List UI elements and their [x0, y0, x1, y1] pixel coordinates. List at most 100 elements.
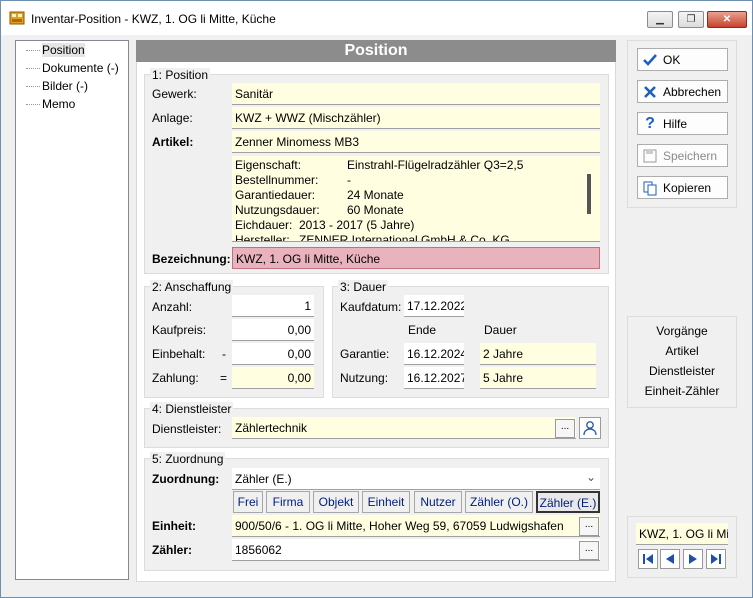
detail-value: 60 Monate [347, 203, 404, 217]
kopieren-label: Kopieren [663, 180, 712, 195]
einbehalt-field[interactable]: 0,00 [232, 343, 314, 365]
navigator-current: KWZ, 1. OG li Mi [636, 523, 728, 545]
equals-operator: = [220, 371, 228, 385]
dienstleister-person-button[interactable] [579, 417, 601, 439]
anlage-label: Anlage: [152, 111, 193, 125]
nutzung-dauer-field: 5 Jahre [480, 367, 596, 389]
cancel-x-icon [644, 85, 656, 98]
tree-item-dokumente[interactable]: Dokumente (-) [42, 61, 119, 75]
artikel-label: Artikel: [152, 135, 194, 149]
anzahl-field[interactable]: 1 [232, 295, 314, 317]
tab-zaehler-o[interactable]: Zähler (O.) [465, 491, 533, 513]
dauer-column-header: Dauer [484, 323, 517, 337]
window-title: Inventar-Position - KWZ, 1. OG li Mitte,… [31, 12, 276, 26]
zuordnung-selected-value: Zähler (E.) [235, 472, 292, 486]
tree-connector [26, 50, 40, 51]
gewerk-label: Gewerk: [152, 87, 197, 101]
navigation-tree: Position Dokumente (-) Bilder (-) Memo [15, 40, 129, 580]
kopieren-button[interactable]: Kopieren [637, 176, 728, 199]
zuordnung-label: Zuordnung: [152, 472, 220, 486]
dienstleister-group-title: 4: Dienstleister [150, 402, 234, 416]
einheit-browse-button[interactable]: ... [579, 517, 599, 536]
speichern-label: Speichern [663, 148, 718, 163]
nutzung-ende-field[interactable]: 16.12.2027 [404, 367, 464, 389]
check-icon [643, 53, 657, 66]
first-icon [643, 554, 653, 564]
detail-row: Eigenschaft: [235, 158, 301, 172]
dienstleister-browse-button[interactable]: ... [555, 419, 575, 438]
detail-value: 2013 - 2017 (5 Jahre) [299, 218, 415, 232]
next-icon [689, 554, 697, 564]
zuordnung-select[interactable]: Zähler (E.) ⌄ [232, 468, 600, 490]
restore-icon: ❐ [686, 14, 696, 25]
zaehler-browse-button[interactable]: ... [579, 541, 599, 560]
tree-item-position[interactable]: Position [42, 43, 85, 57]
tab-frei[interactable]: Frei [233, 491, 263, 513]
tab-zaehler-e[interactable]: Zähler (E.) [536, 491, 600, 513]
minus-operator: - [222, 347, 226, 361]
detail-value: 24 Monate [347, 188, 404, 202]
zuordnung-group-title: 5: Zuordnung [150, 452, 226, 466]
minimize-button[interactable]: ▁ [647, 11, 673, 28]
hilfe-button[interactable]: ? Hilfe [637, 112, 728, 135]
detail-key: Bestellnummer: [235, 173, 319, 187]
gewerk-field[interactable]: Sanitär [232, 83, 600, 105]
tree-item-bilder[interactable]: Bilder (-) [42, 79, 88, 93]
dienstleister-label: Dienstleister: [152, 422, 222, 436]
tree-item-memo[interactable]: Memo [42, 97, 75, 111]
anlage-field[interactable]: KWZ + WWZ (Mischzähler) [232, 107, 600, 129]
dienstleister-field[interactable]: Zählertechnik [232, 417, 576, 439]
tree-connector [26, 86, 40, 87]
zaehler-label: Zähler: [152, 543, 193, 557]
next-record-button[interactable] [683, 549, 703, 569]
tab-firma[interactable]: Firma [266, 491, 310, 513]
kaufdatum-label: Kaufdatum: [340, 300, 402, 314]
minimize-icon: ▁ [656, 14, 664, 25]
tab-einheit[interactable]: Einheit [362, 491, 410, 513]
detail-key: Eigenschaft: [235, 158, 302, 172]
copy-icon [643, 181, 657, 195]
maximize-button[interactable]: ❐ [678, 11, 704, 28]
artikel-details: Eigenschaft: Einstrahl-Flügelradzähler Q… [232, 156, 600, 242]
details-scrollbar[interactable] [587, 174, 591, 214]
ok-button[interactable]: OK [637, 48, 728, 71]
close-icon: ✕ [722, 14, 732, 25]
first-record-button[interactable] [638, 549, 658, 569]
page-title: Position [136, 40, 616, 62]
ende-column-header: Ende [408, 323, 437, 337]
einheit-label: Einheit: [152, 519, 196, 533]
speichern-button[interactable]: Speichern [637, 144, 728, 167]
link-artikel[interactable]: Artikel [627, 344, 737, 358]
link-einheit-zaehler[interactable]: Einheit-Zähler [627, 384, 737, 398]
previous-record-button[interactable] [660, 549, 680, 569]
bezeichnung-field[interactable]: KWZ, 1. OG li Mitte, Küche [232, 247, 600, 269]
garantie-label: Garantie: [340, 347, 390, 361]
kaufdatum-field[interactable]: 17.12.2022 [404, 295, 464, 317]
anzahl-label: Anzahl: [152, 300, 193, 314]
tab-nutzer[interactable]: Nutzer [414, 491, 462, 513]
nutzung-label: Nutzung: [340, 371, 389, 385]
ok-label: OK [663, 52, 681, 67]
tree-connector [26, 104, 40, 105]
tab-objekt[interactable]: Objekt [313, 491, 359, 513]
help-icon: ? [645, 114, 655, 132]
close-button[interactable]: ✕ [707, 11, 747, 28]
last-record-button[interactable] [706, 549, 726, 569]
detail-value: - [347, 173, 351, 187]
einheit-field[interactable]: 900/50/6 - 1. OG li Mitte, Hoher Weg 59,… [232, 515, 600, 537]
anschaffung-group-title: 2: Anschaffung [150, 280, 234, 294]
detail-value: ZENNER International GmbH & Co. KG [299, 233, 510, 242]
previous-icon [666, 554, 674, 564]
kaufpreis-field[interactable]: 0,00 [232, 319, 314, 341]
save-icon [643, 149, 657, 162]
garantie-dauer-field: 2 Jahre [480, 343, 596, 365]
link-dienstleister[interactable]: Dienstleister [627, 364, 737, 378]
link-vorgaenge[interactable]: Vorgänge [627, 324, 737, 338]
artikel-field[interactable]: Zenner Minomess MB3 [232, 131, 600, 153]
zaehler-field[interactable]: 1856062 [232, 539, 600, 561]
garantie-ende-field[interactable]: 16.12.2024 [404, 343, 464, 365]
bezeichnung-label: Bezeichnung: [152, 252, 231, 266]
dauer-group-title: 3: Dauer [338, 280, 389, 294]
detail-value: Einstrahl-Flügelradzähler Q3=2,5 [347, 158, 524, 172]
abbrechen-button[interactable]: Abbrechen [637, 80, 728, 103]
